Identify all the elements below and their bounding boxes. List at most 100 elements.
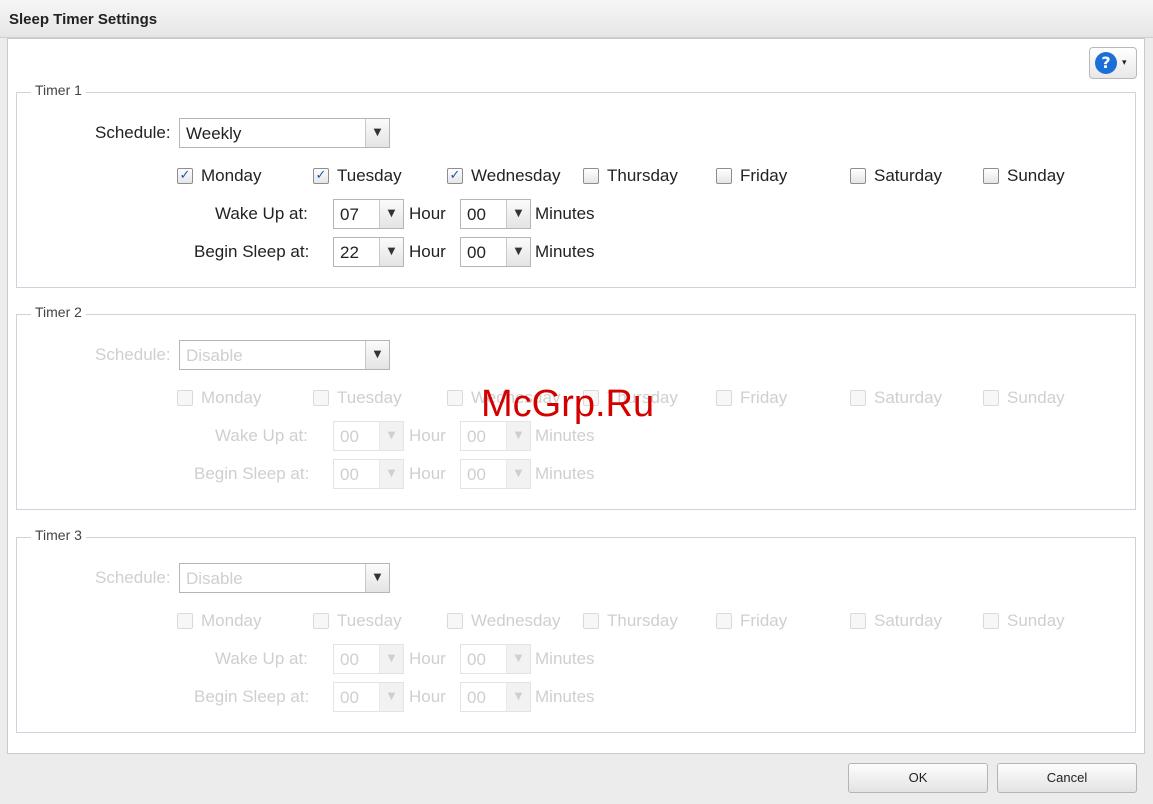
schedule-select[interactable]: Weekly ▼	[179, 118, 390, 148]
checkbox	[177, 613, 193, 629]
chevron-down-icon: ▼	[506, 460, 530, 488]
chevron-down-icon: ▼	[506, 422, 530, 450]
hour-label: Hour	[409, 649, 446, 668]
chevron-down-icon: ▼	[506, 200, 530, 228]
sleep-minute-select[interactable]: 00 ▼	[460, 237, 531, 267]
timer-legend: Timer 2	[31, 304, 86, 320]
schedule-select[interactable]: Disable ▼	[179, 340, 390, 370]
help-button[interactable]: ? ▾	[1089, 47, 1137, 79]
chevron-down-icon: ▼	[379, 200, 403, 228]
wake-hour-select: 00 ▼	[333, 421, 404, 451]
checkbox	[313, 613, 329, 629]
checkbox[interactable]	[983, 168, 999, 184]
window-title: Sleep Timer Settings	[9, 11, 158, 28]
sleep-hour-value: 00	[340, 688, 359, 707]
cancel-button[interactable]: Cancel	[997, 763, 1137, 793]
sleep-minute-value: 00	[467, 243, 486, 262]
wake-minute-select: 00 ▼	[460, 644, 531, 674]
checkbox[interactable]: ✓	[177, 168, 193, 184]
day-label: Friday	[740, 388, 788, 407]
wake-minute-value: 00	[467, 205, 486, 224]
schedule-label: Schedule:	[95, 345, 171, 364]
timer-legend: Timer 3	[31, 527, 86, 543]
hour-label: Hour	[409, 426, 446, 445]
minutes-label: Minutes	[535, 242, 595, 261]
checkbox[interactable]: ✓	[447, 168, 463, 184]
wake-hour-select[interactable]: 07 ▼	[333, 199, 404, 229]
checkbox	[850, 613, 866, 629]
day-label: Monday	[201, 611, 262, 630]
checkbox[interactable]	[850, 168, 866, 184]
schedule-label: Schedule:	[95, 568, 171, 587]
wake-minute-select[interactable]: 00 ▼	[460, 199, 531, 229]
checkbox[interactable]	[583, 168, 599, 184]
chevron-down-icon: ▼	[506, 683, 530, 711]
chevron-down-icon: ▼	[379, 460, 403, 488]
day-label: Sunday	[1007, 166, 1065, 185]
day-label: Tuesday	[337, 166, 402, 185]
title-bar: Sleep Timer Settings	[0, 0, 1153, 38]
begin-sleep-label: Begin Sleep at:	[194, 687, 310, 706]
chevron-down-icon: ▼	[365, 341, 389, 369]
chevron-down-icon: ▼	[379, 683, 403, 711]
chevron-down-icon: ▼	[379, 645, 403, 673]
day-label: Thursday	[607, 611, 678, 630]
sleep-hour-select: 00 ▼	[333, 459, 404, 489]
day-label: Sunday	[1007, 388, 1065, 407]
minutes-label: Minutes	[535, 464, 595, 483]
watermark: McGrp.Ru	[481, 383, 655, 425]
help-icon: ?	[1095, 52, 1117, 74]
chevron-down-icon: ▾	[1122, 58, 1127, 68]
checkbox	[850, 390, 866, 406]
schedule-select[interactable]: Disable ▼	[179, 563, 390, 593]
chevron-down-icon: ▼	[506, 645, 530, 673]
wake-hour-value: 00	[340, 427, 359, 446]
checkbox	[983, 613, 999, 629]
sleep-minute-select: 00 ▼	[460, 459, 531, 489]
schedule-value: Disable	[186, 346, 243, 365]
day-label: Tuesday	[337, 388, 402, 407]
minutes-label: Minutes	[535, 426, 595, 445]
sleep-minute-value: 00	[467, 465, 486, 484]
wake-hour-value: 00	[340, 650, 359, 669]
wake-hour-value: 07	[340, 205, 359, 224]
checkbox[interactable]	[716, 168, 732, 184]
sleep-hour-select: 00 ▼	[333, 682, 404, 712]
wake-hour-select: 00 ▼	[333, 644, 404, 674]
wake-minute-value: 00	[467, 427, 486, 446]
ok-button[interactable]: OK	[848, 763, 988, 793]
schedule-label: Schedule:	[95, 123, 171, 142]
sleep-hour-select[interactable]: 22 ▼	[333, 237, 404, 267]
wake-up-label: Wake Up at:	[215, 649, 308, 668]
sleep-hour-value: 22	[340, 243, 359, 262]
day-label: Saturday	[874, 388, 943, 407]
checkbox	[983, 390, 999, 406]
day-label: Saturday	[874, 166, 943, 185]
begin-sleep-label: Begin Sleep at:	[194, 242, 310, 261]
checkbox	[177, 390, 193, 406]
timer-legend: Timer 1	[31, 82, 86, 98]
minutes-label: Minutes	[535, 649, 595, 668]
hour-label: Hour	[409, 204, 446, 223]
chevron-down-icon: ▼	[365, 119, 389, 147]
checkbox[interactable]: ✓	[313, 168, 329, 184]
timer-3-group: Timer 3 Schedule: Disable ▼ Monday Tuesda…	[16, 527, 1136, 733]
hour-label: Hour	[409, 464, 446, 483]
day-label: Saturday	[874, 611, 943, 630]
chevron-down-icon: ▼	[379, 238, 403, 266]
day-label: Monday	[201, 388, 262, 407]
minutes-label: Minutes	[535, 687, 595, 706]
begin-sleep-label: Begin Sleep at:	[194, 464, 310, 483]
checkbox	[313, 390, 329, 406]
wake-minute-value: 00	[467, 650, 486, 669]
checkbox	[716, 613, 732, 629]
chevron-down-icon: ▼	[506, 238, 530, 266]
wake-up-label: Wake Up at:	[215, 426, 308, 445]
schedule-value: Disable	[186, 569, 243, 588]
day-label: Wednesday	[471, 166, 561, 185]
chevron-down-icon: ▼	[379, 422, 403, 450]
sleep-hour-value: 00	[340, 465, 359, 484]
wake-up-label: Wake Up at:	[215, 204, 308, 223]
day-label: Monday	[201, 166, 262, 185]
day-label: Tuesday	[337, 611, 402, 630]
